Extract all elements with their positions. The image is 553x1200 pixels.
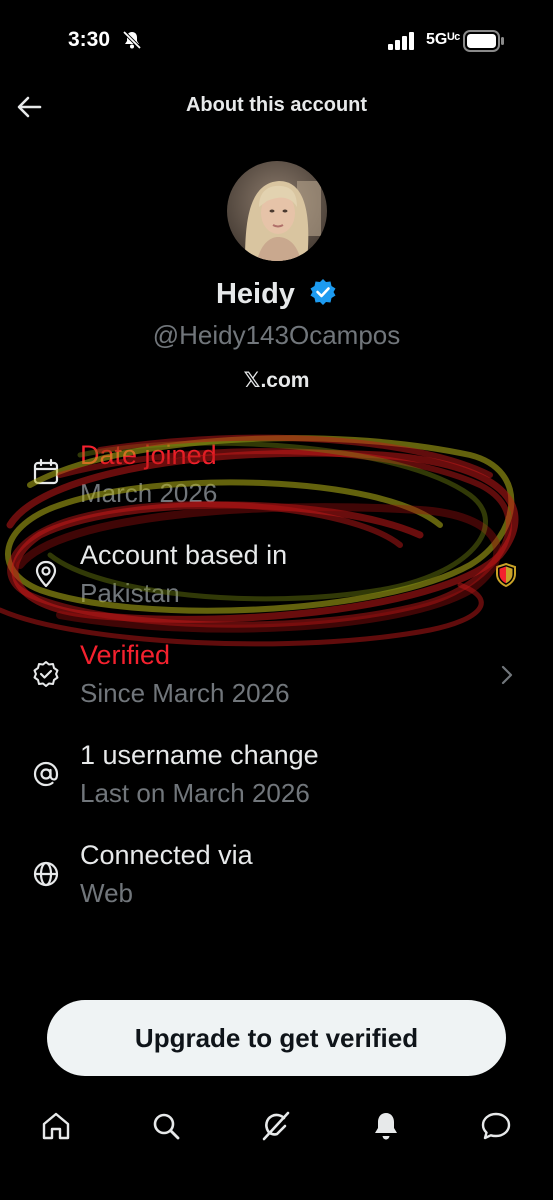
profile-handle: @Heidy143Ocampos — [152, 320, 401, 350]
username-change-title: 1 username change — [80, 740, 319, 770]
date-joined-row: Date joined March 2026 — [0, 440, 553, 530]
grok-icon[interactable] — [258, 1108, 294, 1144]
connected-via-value: Web — [80, 878, 133, 908]
verified-value: Since March 2026 — [80, 678, 290, 708]
shield-icon[interactable] — [494, 562, 518, 588]
network-label: 5Gᵁᶜ — [426, 31, 461, 48]
bell-slash-icon — [122, 30, 142, 50]
verified-row[interactable]: Verified Since March 2026 — [0, 640, 553, 730]
at-sign-icon — [33, 761, 59, 787]
home-icon[interactable] — [38, 1108, 74, 1144]
chat-icon[interactable] — [478, 1108, 514, 1144]
bottom-nav — [0, 1098, 553, 1158]
connected-via-row: Connected via Web — [0, 840, 553, 930]
verified-title: Verified — [80, 640, 171, 670]
date-joined-title: Date joined — [80, 440, 217, 470]
avatar-image — [227, 161, 327, 261]
date-joined-value: March 2026 — [80, 478, 218, 508]
search-icon[interactable] — [148, 1108, 184, 1144]
upgrade-button[interactable]: Upgrade to get verified — [47, 1000, 506, 1076]
account-based-value: Pakistan — [80, 578, 180, 608]
profile-name-row: Heidy — [0, 278, 553, 311]
site-label: 𝕏.com — [243, 369, 310, 392]
verified-check-icon — [33, 661, 59, 687]
account-based-row: Account based in Pakistan — [0, 540, 553, 630]
profile-name: Heidy — [215, 278, 295, 310]
account-based-title: Account based in — [80, 540, 288, 570]
connected-via-title: Connected via — [80, 840, 253, 870]
status-time: 3:30 — [68, 28, 111, 51]
signal-icon — [388, 32, 414, 50]
verified-badge-icon — [310, 279, 336, 305]
page-title: About this account — [185, 94, 368, 116]
status-bar: 3:30 5Gᵁᶜ — [0, 0, 553, 84]
battery-icon — [463, 30, 504, 52]
bell-icon[interactable] — [368, 1108, 404, 1144]
globe-icon — [33, 861, 59, 887]
username-change-value: Last on March 2026 — [80, 778, 310, 808]
avatar[interactable] — [227, 161, 327, 261]
chevron-right-icon — [501, 665, 513, 685]
header: About this account — [0, 84, 553, 130]
username-change-row: 1 username change Last on March 2026 — [0, 740, 553, 830]
location-pin-icon — [35, 560, 57, 588]
calendar-icon — [33, 458, 59, 485]
